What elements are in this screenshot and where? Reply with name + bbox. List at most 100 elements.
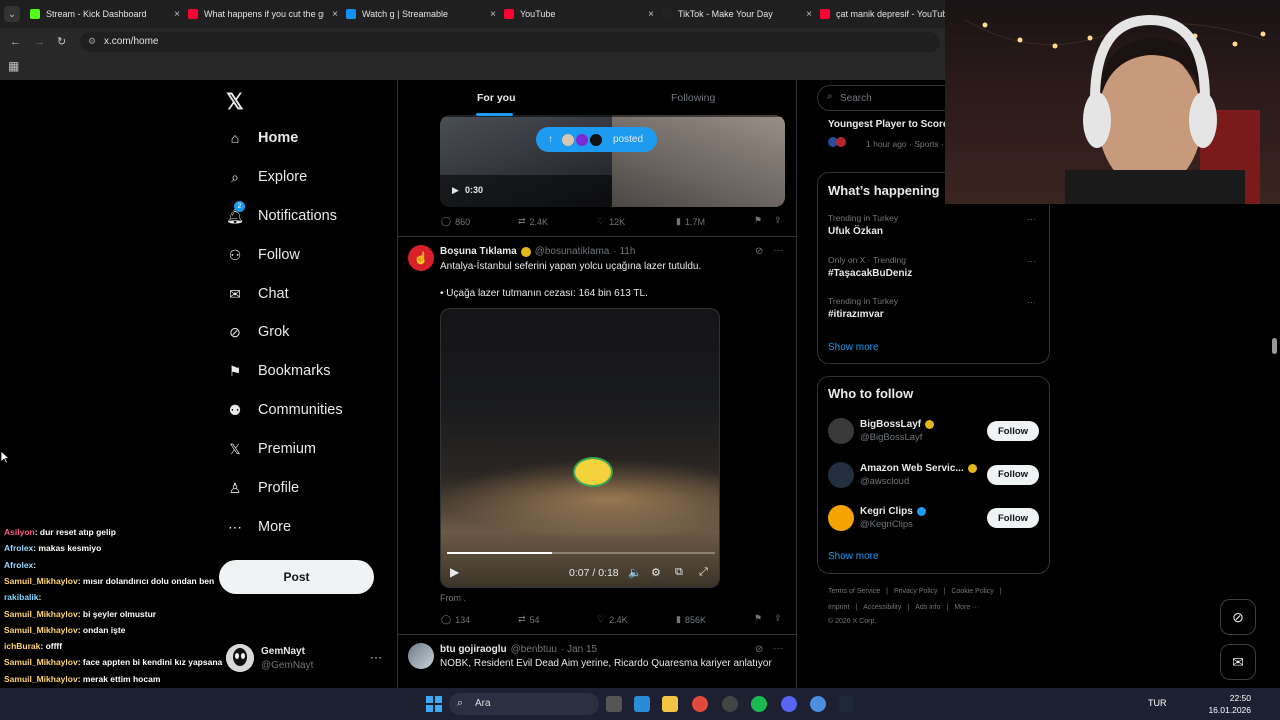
- post-author[interactable]: Boşuna Tıklama: [440, 246, 517, 257]
- browser-tab[interactable]: What happens if you cut the gr ×: [188, 4, 338, 24]
- sidebar-item-bookmarks[interactable]: ⚑ Bookmarks: [226, 361, 331, 381]
- video-source[interactable]: From .: [440, 593, 466, 603]
- footer-link[interactable]: Accessibility: [863, 604, 901, 611]
- post-avatar[interactable]: [408, 643, 434, 669]
- sidebar-item-more[interactable]: ⋯ More: [226, 517, 291, 537]
- browser-icon[interactable]: [810, 696, 826, 712]
- apps-grid-icon[interactable]: ▦: [8, 59, 19, 73]
- site-info-icon[interactable]: ⚙: [88, 36, 96, 47]
- like-button[interactable]: ♡ 2.4K: [597, 614, 628, 625]
- views-button[interactable]: ▮ 1.7M: [676, 216, 705, 227]
- trend-item[interactable]: Trending in Turkey #itirazımvar: [828, 296, 898, 320]
- footer-link[interactable]: Cookie Policy: [951, 588, 993, 595]
- footer-link[interactable]: Ads info: [915, 604, 940, 611]
- messages-icon[interactable]: ✉: [1220, 644, 1256, 680]
- clock-date[interactable]: 16.01.2026: [1203, 705, 1251, 715]
- grok-icon[interactable]: ⊘: [755, 644, 763, 655]
- taskbar-search[interactable]: ⌕ Ara: [449, 693, 599, 715]
- footer-link[interactable]: Imprint: [828, 604, 849, 611]
- footer-link[interactable]: Terms of Service: [828, 588, 880, 595]
- show-more-link[interactable]: Show more: [828, 551, 879, 562]
- language-indicator[interactable]: TUR: [1148, 698, 1167, 708]
- sidebar-item-grok[interactable]: ⊘ Grok: [226, 322, 289, 342]
- sidebar-item-premium[interactable]: 𝕏 Premium: [226, 439, 316, 459]
- browser-tab[interactable]: Watch g | Streamable ×: [346, 4, 496, 24]
- sidebar-item-notifications[interactable]: 🔔︎ 2 Notifications: [226, 201, 337, 226]
- play-icon[interactable]: ▶: [450, 565, 459, 579]
- post-video[interactable]: ▶ 0:07 / 0:18 🔈 ⚙ ⧉ ⤢: [440, 308, 720, 588]
- more-icon[interactable]: ···: [1027, 256, 1036, 266]
- post-handle[interactable]: @benbtuu: [511, 644, 557, 655]
- bookmark-icon[interactable]: ⚑: [754, 613, 762, 624]
- browser-tab[interactable]: TikTok - Make Your Day ×: [662, 4, 812, 24]
- footer-link[interactable]: More ···: [954, 604, 979, 611]
- account-menu-icon[interactable]: ···: [370, 650, 382, 664]
- sidebar-item-chat[interactable]: ✉ Chat: [226, 284, 289, 304]
- sidebar-item-profile[interactable]: ♙ Profile: [226, 478, 299, 498]
- footer-link[interactable]: Privacy Policy: [894, 588, 938, 595]
- avatar[interactable]: [226, 644, 254, 672]
- bookmark-icon[interactable]: ⚑: [754, 215, 762, 226]
- sidebar-item-follow[interactable]: ⚇ Follow: [226, 245, 300, 265]
- follow-suggestion[interactable]: Amazon Web Servic... @awscloud: [828, 461, 977, 488]
- more-icon[interactable]: ···: [773, 643, 783, 654]
- share-icon[interactable]: ⇪: [774, 613, 782, 624]
- fullscreen-icon[interactable]: ⤢: [699, 566, 708, 579]
- post-time[interactable]: · 11h: [613, 246, 635, 257]
- play-icon[interactable]: ▶: [452, 185, 459, 196]
- spotify-icon[interactable]: [751, 696, 767, 712]
- top-story-title[interactable]: Youngest Player to Score: [828, 119, 948, 130]
- discord-icon[interactable]: [781, 696, 797, 712]
- follow-button[interactable]: Follow: [987, 464, 1039, 485]
- pip-icon[interactable]: ⧉: [675, 566, 683, 579]
- volume-icon[interactable]: 🔈: [628, 566, 642, 579]
- share-icon[interactable]: ⇪: [774, 215, 782, 226]
- follow-suggestion[interactable]: BigBossLayf @BigBossLayf: [828, 418, 935, 444]
- repost-button[interactable]: ⇄ 54: [518, 614, 540, 625]
- trend-item[interactable]: Trending in Turkey Ufuk Özkan: [828, 213, 898, 237]
- more-icon[interactable]: ···: [1027, 214, 1036, 224]
- close-icon[interactable]: ×: [648, 9, 654, 20]
- close-icon[interactable]: ×: [490, 9, 496, 20]
- post-avatar[interactable]: ☝: [408, 245, 434, 271]
- more-icon[interactable]: ···: [773, 245, 783, 256]
- reload-icon[interactable]: ↻: [57, 35, 66, 48]
- browser-tab[interactable]: Stream - Kick Dashboard ×: [30, 4, 180, 24]
- post-handle[interactable]: @bosunatiklama: [535, 246, 610, 257]
- steam-icon[interactable]: [838, 696, 854, 712]
- close-icon[interactable]: ×: [806, 9, 812, 20]
- file-explorer-icon[interactable]: [662, 696, 678, 712]
- repost-button[interactable]: ⇄ 2.4K: [518, 216, 548, 227]
- sidebar-item-communities[interactable]: ⚉ Communities: [226, 400, 343, 420]
- chrome-icon[interactable]: [692, 696, 708, 712]
- close-icon[interactable]: ×: [332, 9, 338, 20]
- browser-tab[interactable]: YouTube ×: [504, 4, 654, 24]
- sidebar-item-explore[interactable]: ⌕ Explore: [226, 167, 307, 187]
- follow-suggestion[interactable]: Kegri Clips @KegriClips: [828, 505, 926, 531]
- show-more-link[interactable]: Show more: [828, 342, 879, 353]
- follow-button[interactable]: Follow: [987, 508, 1039, 528]
- obs-icon[interactable]: [722, 696, 738, 712]
- grok-icon[interactable]: ⊘: [755, 246, 763, 257]
- reply-button[interactable]: ◯ 134: [441, 614, 470, 625]
- back-icon[interactable]: ←: [10, 36, 21, 48]
- post-button[interactable]: Post: [219, 560, 374, 594]
- task-view-icon[interactable]: [606, 696, 622, 712]
- sidebar-item-home[interactable]: ⌂ Home: [226, 128, 299, 148]
- tab-following[interactable]: Following: [671, 92, 715, 104]
- trend-item[interactable]: Only on X · Trending #TaşacakBuDeniz: [828, 255, 912, 279]
- post-author[interactable]: btu gojiraoglu: [440, 644, 507, 655]
- forward-icon[interactable]: →: [34, 36, 45, 48]
- more-icon[interactable]: ···: [1027, 297, 1036, 307]
- tab-for-you[interactable]: For you: [477, 92, 516, 104]
- new-posts-pill[interactable]: ↑ posted: [536, 127, 657, 152]
- reply-button[interactable]: ◯ 860: [441, 216, 470, 227]
- video-progress-track[interactable]: [447, 552, 715, 554]
- url-field[interactable]: ⚙ x.com/home: [80, 32, 940, 52]
- post-time[interactable]: · Jan 15: [561, 644, 597, 655]
- settings-icon[interactable]: ⚙: [651, 566, 661, 579]
- views-button[interactable]: ▮ 856K: [676, 614, 706, 625]
- scrollbar-thumb[interactable]: [1272, 338, 1277, 354]
- x-logo-icon[interactable]: 𝕏: [226, 89, 244, 115]
- tab-search-icon[interactable]: ⌄: [4, 6, 20, 22]
